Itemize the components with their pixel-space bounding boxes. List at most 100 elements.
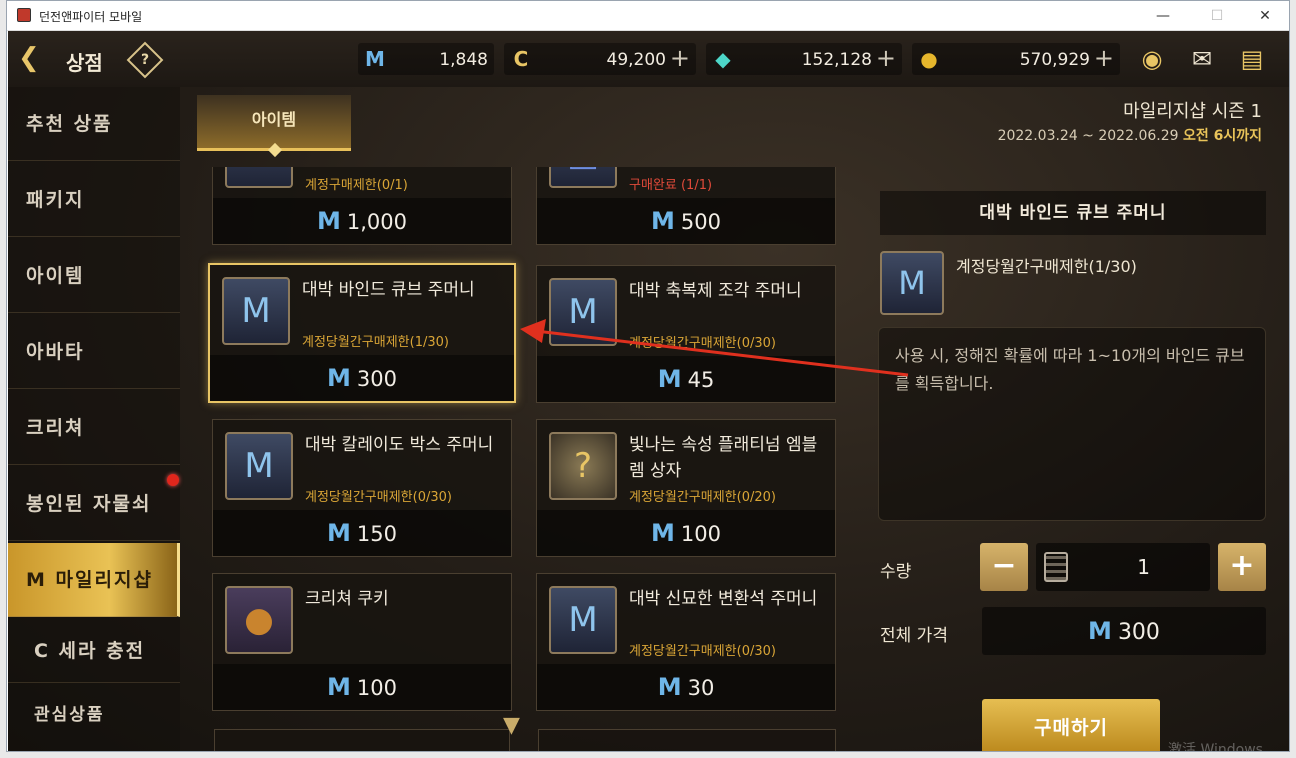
quantity-decrease-button[interactable]: − [980, 543, 1028, 591]
item-card-partial[interactable] [214, 729, 510, 751]
item-price: M 500 [537, 198, 835, 244]
page-title: 상점 [66, 51, 103, 75]
notification-dot [167, 474, 179, 486]
minimize-button[interactable]: — [1141, 3, 1185, 29]
price-value: 100 [356, 676, 397, 700]
item-name: 크리쳐 쿠키 [305, 589, 389, 609]
gem-currency: ◆ 152,128 + [706, 43, 902, 75]
mileage-currency: M 1,848 [358, 43, 494, 75]
item-limit: 계정당월간구매제한(0/20) [629, 490, 776, 505]
mileage-icon: M [327, 364, 351, 392]
item-card-partial[interactable] [538, 729, 836, 751]
item-limit: 구매완료 (1/1) [629, 178, 713, 193]
cera-icon: C [513, 47, 529, 71]
help-button[interactable]: ? [126, 41, 164, 79]
sidebar-item-mileage-shop[interactable]: M 마일리지샵 [8, 543, 180, 617]
price-value: 100 [680, 522, 721, 546]
sidebar-item-items[interactable]: 아이템 [8, 239, 180, 313]
item-card[interactable]: ▣ 구매완료 (1/1) M500 [536, 167, 836, 245]
gem-add-button[interactable]: + [876, 45, 896, 71]
item-name: 대박 축복제 조각 주머니 [629, 281, 802, 301]
quantity-increase-button[interactable]: + [1218, 543, 1266, 591]
window-title: 던전앤파이터 모바일 [39, 10, 143, 24]
close-button[interactable]: ✕ [1243, 3, 1287, 29]
item-detail-panel: 마일리지샵 시즌 1 2022.03.24 ~ 2022.06.29 오전 6시… [858, 87, 1278, 751]
mileage-icon: M [657, 365, 682, 393]
item-limit: 계정당월간구매제한(0/30) [629, 336, 776, 351]
buy-button[interactable]: 구매하기 [982, 699, 1160, 751]
chat-icon[interactable]: ▤ [1234, 43, 1270, 75]
item-card[interactable]: M 대박 축복제 조각 주머니 계정당월간구매제한(0/30) M 45 [536, 265, 836, 403]
sidebar-item-package[interactable]: 패키지 [8, 163, 180, 237]
mileage-icon: M [365, 47, 385, 71]
mileage-icon: M [1088, 617, 1112, 645]
cauldron-icon[interactable]: ◉ [1134, 43, 1170, 75]
item-price: M 1,000 [213, 198, 511, 244]
mileage-icon: M [651, 207, 675, 235]
item-price: M 100 [537, 510, 835, 556]
calculator-icon[interactable] [1044, 552, 1068, 582]
item-price: M 300 [210, 355, 514, 401]
item-name: 대박 칼레이도 박스 주머니 [305, 435, 494, 455]
category-sidebar: 추천 상품 패키지 아이템 아바타 크리쳐 봉인된 자물쇠 M 마일리지샵 C … [8, 87, 180, 751]
shop-header: ❮ 상점 ? M 1,848 C 49,200 + ◆ 152,128 + ● … [8, 31, 1289, 87]
season-date-range: 2022.03.24 ~ 2022.06.29 [997, 128, 1179, 144]
gem-value: 152,128 [801, 50, 872, 70]
gold-coin-icon: ● [920, 47, 938, 71]
item-card[interactable]: 9 계정구매제한(0/1) M1,000 [212, 167, 512, 245]
chevron-down-icon[interactable]: ▼ [503, 713, 520, 738]
sidebar-item-avatar[interactable]: 아바타 [8, 315, 180, 389]
app-window: 던전앤파이터 모바일 — ☐ ✕ ❮ 상점 ? M 1,848 C 49,200… [6, 0, 1290, 752]
item-price: M 45 [537, 356, 835, 402]
item-price: M 100 [213, 664, 511, 710]
mileage-icon: M [327, 519, 351, 547]
cera-currency: C 49,200 + [504, 43, 696, 75]
cookie-icon: ● [225, 586, 293, 654]
item-description: 사용 시, 정해진 확률에 따라 1~10개의 바인드 큐브를 획득합니다. [878, 327, 1266, 521]
maximize-button[interactable]: ☐ [1195, 3, 1239, 29]
price-value: 150 [356, 522, 397, 546]
sidebar-item-creature[interactable]: 크리쳐 [8, 391, 180, 465]
gold-currency: ● 570,929 + [912, 43, 1120, 75]
item-card[interactable]: ? 빛나는 속성 플래티넘 엠블렘 상자 계정당월간구매제한(0/20) M 10… [536, 419, 836, 557]
sidebar-item-recommended[interactable]: 추천 상품 [8, 87, 180, 161]
cera-add-button[interactable]: + [670, 45, 690, 71]
item-card[interactable]: ● 크리쳐 쿠키 M 100 [212, 573, 512, 711]
item-grid: 9 계정구매제한(0/1) M1,000 ▣ 구매완료 (1/1) M500 M… [198, 167, 838, 747]
mileage-icon: M [651, 519, 675, 547]
blessing-fragment-pouch-icon: M [549, 278, 617, 346]
item-name: 대박 바인드 큐브 주머니 [302, 280, 475, 300]
price-value: 30 [687, 676, 715, 700]
back-arrow-icon[interactable]: ❮ [18, 45, 40, 71]
detail-limit: 계정당월간구매제한(1/30) [956, 257, 1137, 276]
item-card[interactable]: M 대박 칼레이도 박스 주머니 계정당월간구매제한(0/30) M 150 [212, 419, 512, 557]
item-limit: 계정구매제한(0/1) [305, 178, 408, 193]
total-price-value: 300 [1117, 620, 1160, 645]
question-icon: ? [140, 52, 150, 68]
mileage-value: 1,848 [439, 50, 488, 70]
sidebar-item-favorites[interactable]: 관심상품 [8, 683, 180, 747]
mail-icon[interactable]: ✉ [1184, 43, 1220, 75]
emblem-box-icon: ? [549, 432, 617, 500]
gold-value: 570,929 [1019, 50, 1090, 70]
app-icon [17, 8, 31, 22]
item-thumbnail: 9 [225, 167, 293, 188]
price-value: 500 [680, 210, 721, 234]
bind-cube-pouch-icon: M [880, 251, 944, 315]
quantity-stepper[interactable]: 1 [1036, 543, 1210, 591]
item-card-selected[interactable]: M 대박 바인드 큐브 주머니 계정당월간구매제한(1/30) M 300 [208, 263, 516, 403]
sidebar-item-sealed-lock[interactable]: 봉인된 자물쇠 [8, 467, 180, 541]
price-value: 300 [356, 367, 397, 391]
season-dates: 2022.03.24 ~ 2022.06.29 오전 6시까지 [998, 125, 1262, 145]
sidebar-item-cera-charge[interactable]: C 세라 충전 [8, 619, 180, 683]
detail-title: 대박 바인드 큐브 주머니 [880, 191, 1266, 235]
mileage-icon: M [657, 673, 682, 701]
item-limit: 계정당월간구매제한(1/30) [302, 335, 449, 350]
item-name: 빛나는 속성 플래티넘 엠블렘 상자 [629, 435, 818, 481]
conversion-stone-pouch-icon: M [549, 586, 617, 654]
mileage-icon: M [327, 673, 351, 701]
gem-icon: ◆ [715, 47, 731, 71]
season-title: 마일리지샵 시즌 1 [1123, 101, 1262, 122]
item-card[interactable]: M 대박 신묘한 변환석 주머니 계정당월간구매제한(0/30) M 30 [536, 573, 836, 711]
gold-add-button[interactable]: + [1094, 45, 1114, 71]
